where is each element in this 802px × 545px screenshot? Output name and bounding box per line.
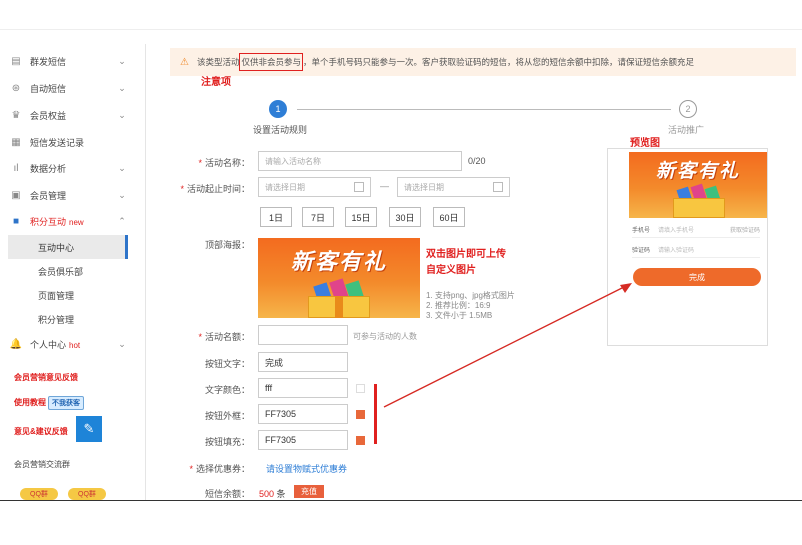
- screenshot-frame: ▤ 群发短信 ⌄ ⊛ 自动短信 ⌄ ♛ 会员权益 ⌄ ▦ 短信发送记录 ıl 数…: [0, 0, 802, 545]
- day-button-7[interactable]: 7日: [302, 207, 334, 227]
- annotation-upload-2: 自定义图片: [426, 265, 476, 276]
- sidebar-item-label: 群发短信: [30, 56, 67, 67]
- sidebar-subitem-points-management[interactable]: 积分管理: [8, 307, 128, 331]
- preview-code-label: 验证码: [632, 248, 651, 254]
- feedback-link[interactable]: 会员营销意见反馈: [14, 372, 78, 383]
- step-1-label: 设置活动规则: [253, 125, 308, 135]
- sidebar-item-auto-sms[interactable]: ⊛ 自动短信 ⌄: [10, 76, 128, 100]
- poster-label: 顶部海报：: [204, 240, 250, 250]
- sms-balance-unit: 条: [276, 489, 286, 499]
- button-border-label: 按钮外框：: [204, 411, 250, 421]
- step-2-label: 活动推广: [668, 125, 705, 135]
- sidebar-item-label: 会员权益: [30, 110, 67, 121]
- auto-icon: ⊛: [11, 82, 21, 94]
- day-button-1[interactable]: 1日: [260, 207, 292, 227]
- chevron-down-icon: ⌄: [118, 109, 126, 120]
- preview-phone-label: 手机号: [632, 228, 651, 234]
- sidebar-subitem-member-club[interactable]: 会员俱乐部: [8, 259, 128, 283]
- preview-phone-placeholder: 请填入手机号: [658, 228, 695, 234]
- notice-suffix: ，单个手机号码只能参与一次。客户获取验证码的短信，将从您的短信余额中扣除，请保证…: [303, 57, 695, 67]
- coupon-link[interactable]: 请设置物赋式优惠券: [266, 462, 347, 475]
- warning-icon: ⚠: [180, 56, 189, 68]
- sidebar-item-label: 积分互动: [30, 216, 67, 227]
- activity-name-label: * 活动名称：: [198, 158, 250, 168]
- notice-prefix: 该类型活动: [196, 57, 240, 67]
- button-fill-input[interactable]: FF7305: [258, 430, 348, 450]
- step-connector: [297, 109, 671, 110]
- day-button-30[interactable]: 30日: [389, 207, 421, 227]
- button-fill-label: 按钮填充：: [204, 437, 250, 447]
- calendar-icon: [493, 182, 503, 192]
- button-border-input[interactable]: FF7305: [258, 404, 348, 424]
- annotation-upload-1: 双击图片即可上传: [426, 249, 506, 260]
- quota-label: * 活动名额：: [198, 332, 250, 342]
- tutorial-badge: 不我获客: [48, 396, 84, 410]
- text-color-swatch[interactable]: [356, 384, 365, 393]
- text-color-input[interactable]: fff: [258, 378, 348, 398]
- annotation-note: 注意项: [201, 77, 231, 88]
- notice-banner: ⚠ 该类型活动 仅供非会员参与 ，单个手机号码只能参与一次。客户获取验证码的短信…: [170, 48, 796, 76]
- quota-input[interactable]: [258, 325, 348, 345]
- bottom-bar: [0, 500, 802, 545]
- end-date-placeholder: 请选择日期: [404, 182, 444, 192]
- text-color-label: 文字颜色：: [204, 385, 250, 395]
- new-badge: new: [69, 217, 84, 227]
- date-separator: —: [380, 181, 389, 191]
- preview-code-placeholder: 请输入验证码: [658, 248, 695, 254]
- mail-icon: ▤: [11, 55, 21, 67]
- poster-banner-text: 新客有礼: [290, 249, 387, 275]
- tutorial-label: 使用教程: [14, 398, 46, 407]
- coupon-label: * 选择优惠券：: [189, 464, 250, 474]
- chevron-down-icon: ⌄: [118, 55, 126, 66]
- preview-done-button: 完成: [633, 268, 761, 286]
- sidebar-divider: [145, 44, 146, 500]
- annotation-bracket: [374, 384, 377, 444]
- sidebar-item-label: 短信发送记录: [30, 137, 85, 148]
- sidebar-subitem-page-management[interactable]: 页面管理: [8, 283, 128, 307]
- sidebar-item-sms-records[interactable]: ▦ 短信发送记录: [10, 130, 128, 154]
- start-date-input[interactable]: 请选择日期: [258, 177, 371, 197]
- sidebar-item-member-rights[interactable]: ♛ 会员权益 ⌄: [10, 103, 128, 127]
- calendar-icon: [354, 182, 364, 192]
- preview-code-row: 验证码 请输入验证码: [632, 242, 760, 258]
- sidebar-item-points-interaction[interactable]: ■ 积分互动 new ⌃: [10, 209, 128, 233]
- chevron-up-icon: ⌃: [118, 215, 126, 226]
- button-fill-swatch[interactable]: [356, 436, 365, 445]
- activity-name-input[interactable]: 请输入活动名称: [258, 151, 462, 171]
- day-button-15[interactable]: 15日: [345, 207, 377, 227]
- annotation-preview: 预览图: [630, 138, 660, 149]
- preview-banner-text: 新客有礼: [655, 160, 740, 182]
- record-icon: ▦: [11, 136, 21, 148]
- recharge-button[interactable]: 充值: [294, 485, 324, 498]
- tutorial-link[interactable]: 使用教程 不我获客: [14, 396, 84, 410]
- sms-balance-label: 短信余额：: [204, 489, 250, 499]
- day-button-60[interactable]: 60日: [433, 207, 465, 227]
- chevron-down-icon: ⌄: [118, 82, 126, 93]
- sidebar-item-mass-sms[interactable]: ▤ 群发短信 ⌄: [10, 49, 128, 73]
- sidebar-item-label: 自动短信: [30, 83, 67, 94]
- button-border-swatch[interactable]: [356, 410, 365, 419]
- step-1-indicator: 1: [269, 100, 287, 118]
- preview-banner: 新客有礼: [629, 152, 767, 218]
- button-text-input[interactable]: 完成: [258, 352, 348, 372]
- button-text-label: 按钮文字：: [204, 359, 250, 369]
- preview-get-code: 获取验证码: [729, 228, 760, 234]
- sms-balance: 500 条: [259, 487, 286, 500]
- activity-time-label: * 活动起止时间：: [180, 184, 250, 194]
- start-date-placeholder: 请选择日期: [265, 182, 305, 192]
- crown-icon: ♛: [11, 109, 21, 121]
- points-icon: ■: [12, 215, 20, 227]
- end-date-input[interactable]: 请选择日期: [397, 177, 510, 197]
- annotation-arrow: [383, 283, 632, 408]
- step-2-indicator: 2: [679, 100, 697, 118]
- top-bar: [0, 0, 802, 30]
- name-char-count: 0/20: [468, 156, 486, 166]
- notice-highlight: 仅供非会员参与: [239, 53, 303, 71]
- sms-balance-value: 500: [259, 489, 275, 499]
- preview-phone-row: 手机号 请填入手机号 获取验证码: [632, 222, 760, 238]
